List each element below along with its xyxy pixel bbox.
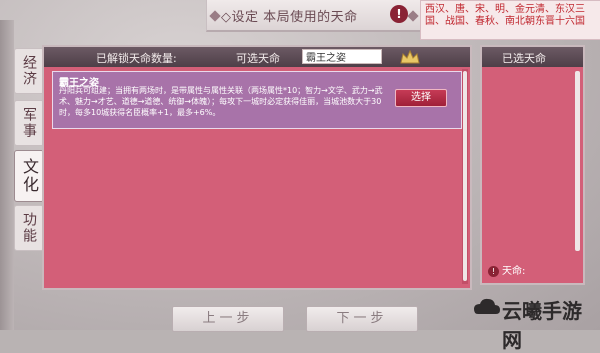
dynasty-list: 西汉、唐、宋、明、金元清、东汉三国、战国、春秋、南北朝东晋十六国 — [420, 0, 600, 40]
prev-step-button[interactable]: 上一步 — [172, 306, 284, 332]
page-title: ◇设定 本局使用的天命 — [221, 10, 358, 25]
selected-fate-panel: 已选天命 ! 天命: — [480, 45, 585, 285]
fate-footer: ! 天命: — [488, 262, 525, 277]
tab-function[interactable]: 功能 — [14, 205, 44, 251]
selected-panel-header: 已选天命 — [482, 47, 583, 67]
select-button[interactable]: 选择 — [395, 89, 447, 107]
selectable-label: 可选天命 — [236, 52, 280, 65]
scrollbar[interactable] — [462, 69, 468, 284]
crown-icon[interactable] — [400, 50, 420, 64]
fate-card[interactable]: 霸王之姿 丹阳兵可组建；当拥有两场时，是带属性与属性关联（两场属性*10；智力→… — [52, 71, 462, 129]
diamond-left-icon — [209, 10, 221, 22]
right-scrollbar[interactable] — [575, 71, 580, 251]
watermark: 云曦手游网 — [470, 292, 598, 352]
watermark-text: 云曦手游网 — [502, 299, 582, 352]
alert-icon: ! — [488, 266, 499, 277]
next-step-button[interactable]: 下一步 — [306, 306, 418, 332]
fate-card-description: 丹阳兵可组建；当拥有两场时，是带属性与属性关联（两场属性*10；智力→文学、武力… — [59, 86, 383, 117]
tab-economy[interactable]: 经济 — [14, 48, 44, 94]
panel-header: 已解锁天命数量: 可选天命 — [44, 47, 470, 67]
selected-panel-title: 已选天命 — [502, 52, 546, 65]
diamond-right-icon — [407, 10, 419, 22]
search-input[interactable] — [302, 49, 382, 64]
cloud-logo-icon — [474, 298, 500, 314]
fate-footer-label: 天命: — [502, 266, 526, 277]
warning-icon[interactable]: ! — [390, 5, 408, 23]
unlocked-count-label: 已解锁天命数量: — [96, 52, 177, 65]
scrollbar-thumb[interactable] — [463, 71, 467, 281]
fate-list-panel: 已解锁天命数量: 可选天命 霸王之姿 丹阳兵可组建；当拥有两场时，是带属性与属性… — [42, 45, 472, 290]
left-edge-decoration — [0, 20, 14, 330]
dynasty-list-text: 西汉、唐、宋、明、金元清、东汉三国、战国、春秋、南北朝东晋十六国 — [425, 4, 585, 27]
tab-military[interactable]: 军事 — [14, 100, 44, 146]
tab-culture[interactable]: 文化 — [14, 150, 44, 202]
